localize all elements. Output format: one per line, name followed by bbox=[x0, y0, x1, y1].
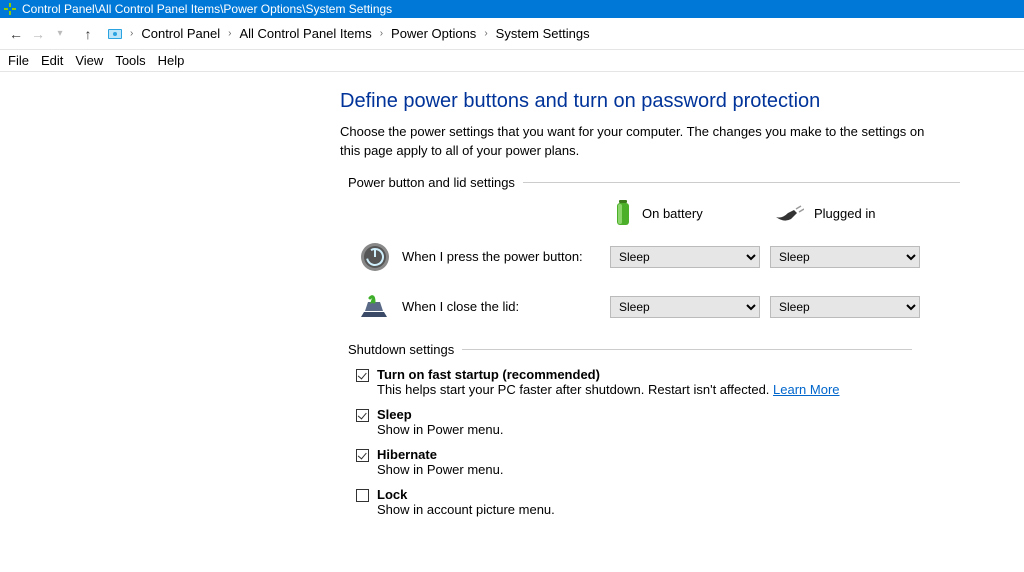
menu-tools[interactable]: Tools bbox=[113, 53, 147, 68]
column-label-plugged: Plugged in bbox=[814, 206, 875, 221]
nav-up-button[interactable]: ↑ bbox=[78, 24, 98, 44]
checkbox-fast-startup[interactable]: Turn on fast startup (recommended) This … bbox=[356, 367, 960, 397]
main-content: Define power buttons and turn on passwor… bbox=[0, 72, 960, 517]
checkbox-label: Lock bbox=[377, 487, 407, 502]
control-panel-icon bbox=[106, 25, 124, 43]
breadcrumb: › Control Panel › All Control Panel Item… bbox=[130, 26, 590, 41]
breadcrumb-all-items[interactable]: All Control Panel Items bbox=[239, 26, 371, 41]
chevron-right-icon: › bbox=[484, 28, 487, 39]
menu-help[interactable]: Help bbox=[156, 53, 187, 68]
battery-icon bbox=[614, 200, 632, 228]
select-close-lid-plugged[interactable]: Sleep bbox=[770, 296, 920, 318]
column-label-battery: On battery bbox=[642, 206, 703, 221]
section-power-button-lid: Power button and lid settings bbox=[348, 175, 960, 190]
menu-bar: File Edit View Tools Help bbox=[0, 50, 1024, 72]
nav-toolbar: ← → ▾ ↑ › Control Panel › All Control Pa… bbox=[0, 18, 1024, 50]
menu-file[interactable]: File bbox=[6, 53, 31, 68]
menu-view[interactable]: View bbox=[73, 53, 105, 68]
checkbox-description: Show in account picture menu. bbox=[377, 502, 555, 517]
window-titlebar: Control Panel\All Control Panel Items\Po… bbox=[0, 0, 1024, 18]
checkbox-description: Show in Power menu. bbox=[377, 422, 503, 437]
checkbox-label: Hibernate bbox=[377, 447, 437, 462]
settings-header-row: On battery Plugged in bbox=[360, 200, 960, 228]
checkbox-icon[interactable] bbox=[356, 369, 369, 382]
chevron-right-icon: › bbox=[228, 28, 231, 39]
window-title: Control Panel\All Control Panel Items\Po… bbox=[22, 2, 392, 16]
row-power-button: When I press the power button: Sleep Sle… bbox=[360, 242, 960, 272]
column-on-battery: On battery bbox=[610, 200, 770, 228]
section-label: Shutdown settings bbox=[348, 342, 454, 357]
nav-dropdown-button[interactable]: ▾ bbox=[50, 24, 70, 44]
breadcrumb-control-panel[interactable]: Control Panel bbox=[141, 26, 220, 41]
breadcrumb-power-options[interactable]: Power Options bbox=[391, 26, 476, 41]
checkbox-description: This helps start your PC faster after sh… bbox=[377, 382, 773, 397]
column-plugged-in: Plugged in bbox=[770, 205, 940, 223]
learn-more-link[interactable]: Learn More bbox=[773, 382, 839, 397]
plug-icon bbox=[774, 205, 804, 223]
section-shutdown-settings: Shutdown settings Turn on fast startup (… bbox=[340, 342, 960, 517]
checkbox-label: Sleep bbox=[377, 407, 412, 422]
select-close-lid-battery[interactable]: Sleep bbox=[610, 296, 760, 318]
checkbox-icon[interactable] bbox=[356, 489, 369, 502]
breadcrumb-system-settings[interactable]: System Settings bbox=[496, 26, 590, 41]
laptop-lid-icon bbox=[360, 292, 390, 322]
checkbox-label: Turn on fast startup (recommended) bbox=[377, 367, 600, 382]
checkbox-lock[interactable]: Lock Show in account picture menu. bbox=[356, 487, 960, 517]
select-power-button-battery[interactable]: Sleep bbox=[610, 246, 760, 268]
nav-forward-button[interactable]: → bbox=[28, 24, 48, 44]
section-divider bbox=[523, 182, 960, 183]
menu-edit[interactable]: Edit bbox=[39, 53, 65, 68]
row-label-close-lid: When I close the lid: bbox=[402, 299, 519, 314]
row-close-lid: When I close the lid: Sleep Sleep bbox=[360, 292, 960, 322]
page-subtitle: Choose the power settings that you want … bbox=[340, 123, 940, 161]
checkbox-sleep[interactable]: Sleep Show in Power menu. bbox=[356, 407, 960, 437]
page-title: Define power buttons and turn on passwor… bbox=[340, 90, 960, 113]
checkbox-icon[interactable] bbox=[356, 409, 369, 422]
power-settings-table: On battery Plugged in When I press the p… bbox=[360, 200, 960, 322]
section-divider bbox=[462, 349, 912, 350]
section-label: Power button and lid settings bbox=[348, 175, 515, 190]
row-label-power-button: When I press the power button: bbox=[402, 249, 583, 264]
app-icon bbox=[4, 3, 16, 15]
select-power-button-plugged[interactable]: Sleep bbox=[770, 246, 920, 268]
chevron-right-icon: › bbox=[130, 28, 133, 39]
checkbox-hibernate[interactable]: Hibernate Show in Power menu. bbox=[356, 447, 960, 477]
nav-back-button[interactable]: ← bbox=[6, 24, 26, 44]
checkbox-icon[interactable] bbox=[356, 449, 369, 462]
power-button-icon bbox=[360, 242, 390, 272]
checkbox-description: Show in Power menu. bbox=[377, 462, 503, 477]
chevron-right-icon: › bbox=[380, 28, 383, 39]
